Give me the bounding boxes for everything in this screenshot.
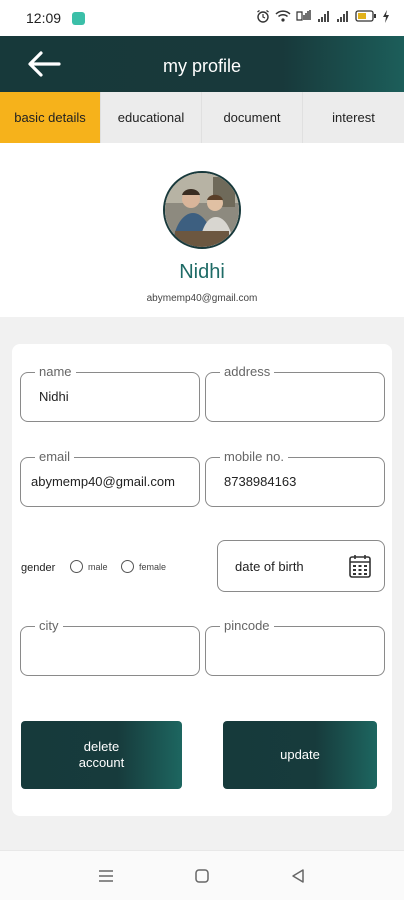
email-field[interactable]: email abymemp40@gmail.com (20, 450, 200, 507)
tab-basic-details[interactable]: basic details (0, 92, 101, 143)
name-label: name (35, 365, 76, 379)
menu-icon[interactable] (97, 868, 115, 884)
status-icons (256, 9, 390, 23)
profile-form-card: name Nidhi address email abymemp40@gmail… (12, 344, 392, 816)
address-field[interactable]: address (205, 365, 385, 422)
city-label: city (35, 619, 63, 633)
wifi-icon (275, 10, 291, 22)
app-header: my profile (0, 36, 404, 92)
avatar-photo (165, 173, 239, 247)
email-label: email (35, 450, 75, 464)
tab-interest[interactable]: interest (303, 92, 404, 143)
battery-icon (355, 10, 376, 22)
email-value: abymemp40@gmail.com (31, 474, 175, 489)
name-field[interactable]: name Nidhi (20, 365, 200, 422)
back-triangle-icon[interactable] (290, 868, 306, 884)
city-field[interactable]: city (20, 619, 200, 676)
delete-account-button[interactable]: delete account (21, 721, 182, 789)
update-label: update (280, 747, 320, 762)
mobile-field[interactable]: mobile no. 8738984163 (205, 450, 385, 507)
gender-female-radio[interactable] (121, 560, 134, 573)
address-label: address (220, 365, 275, 379)
pincode-label: pincode (220, 619, 274, 633)
delete-label-line1: delete (83, 739, 120, 754)
mobile-label: mobile no. (220, 450, 288, 464)
delete-account-label: delete account (79, 739, 125, 771)
profile-name: Nidhi (179, 261, 225, 283)
tab-educational[interactable]: educational (101, 92, 202, 143)
charging-icon (383, 9, 389, 23)
calendar-icon[interactable] (349, 554, 371, 578)
volte-icon (296, 10, 311, 21)
gender-male-radio[interactable] (70, 560, 83, 573)
update-button[interactable]: update (223, 721, 377, 789)
status-time: 12:09 (26, 10, 62, 26)
gender-male-label: male (88, 562, 108, 572)
dob-label: date of birth (235, 559, 304, 574)
pincode-field[interactable]: pincode (205, 619, 385, 676)
date-of-birth-picker[interactable]: date of birth (217, 540, 385, 592)
signal-icon (337, 11, 348, 22)
signal-icon (318, 11, 329, 22)
profile-email: abymemp40@gmail.com (146, 293, 258, 304)
tab-document[interactable]: document (202, 92, 303, 143)
tab-bar: basic details educational document inter… (0, 92, 404, 143)
system-nav-bar (0, 850, 404, 900)
mobile-value: 8738984163 (224, 474, 297, 489)
name-value: Nidhi (39, 389, 69, 404)
page-title: my profile (162, 56, 242, 76)
delete-label-line2: account (78, 755, 125, 770)
avatar[interactable] (163, 171, 241, 249)
gender-female-label: female (139, 562, 167, 572)
status-bar: 12:09 (0, 0, 404, 36)
gender-label: gender (21, 562, 56, 574)
profile-section: Nidhi abymemp40@gmail.com (0, 143, 404, 317)
home-square-icon[interactable] (194, 868, 210, 884)
alarm-icon (257, 9, 269, 23)
app-notification-icon (72, 12, 85, 25)
